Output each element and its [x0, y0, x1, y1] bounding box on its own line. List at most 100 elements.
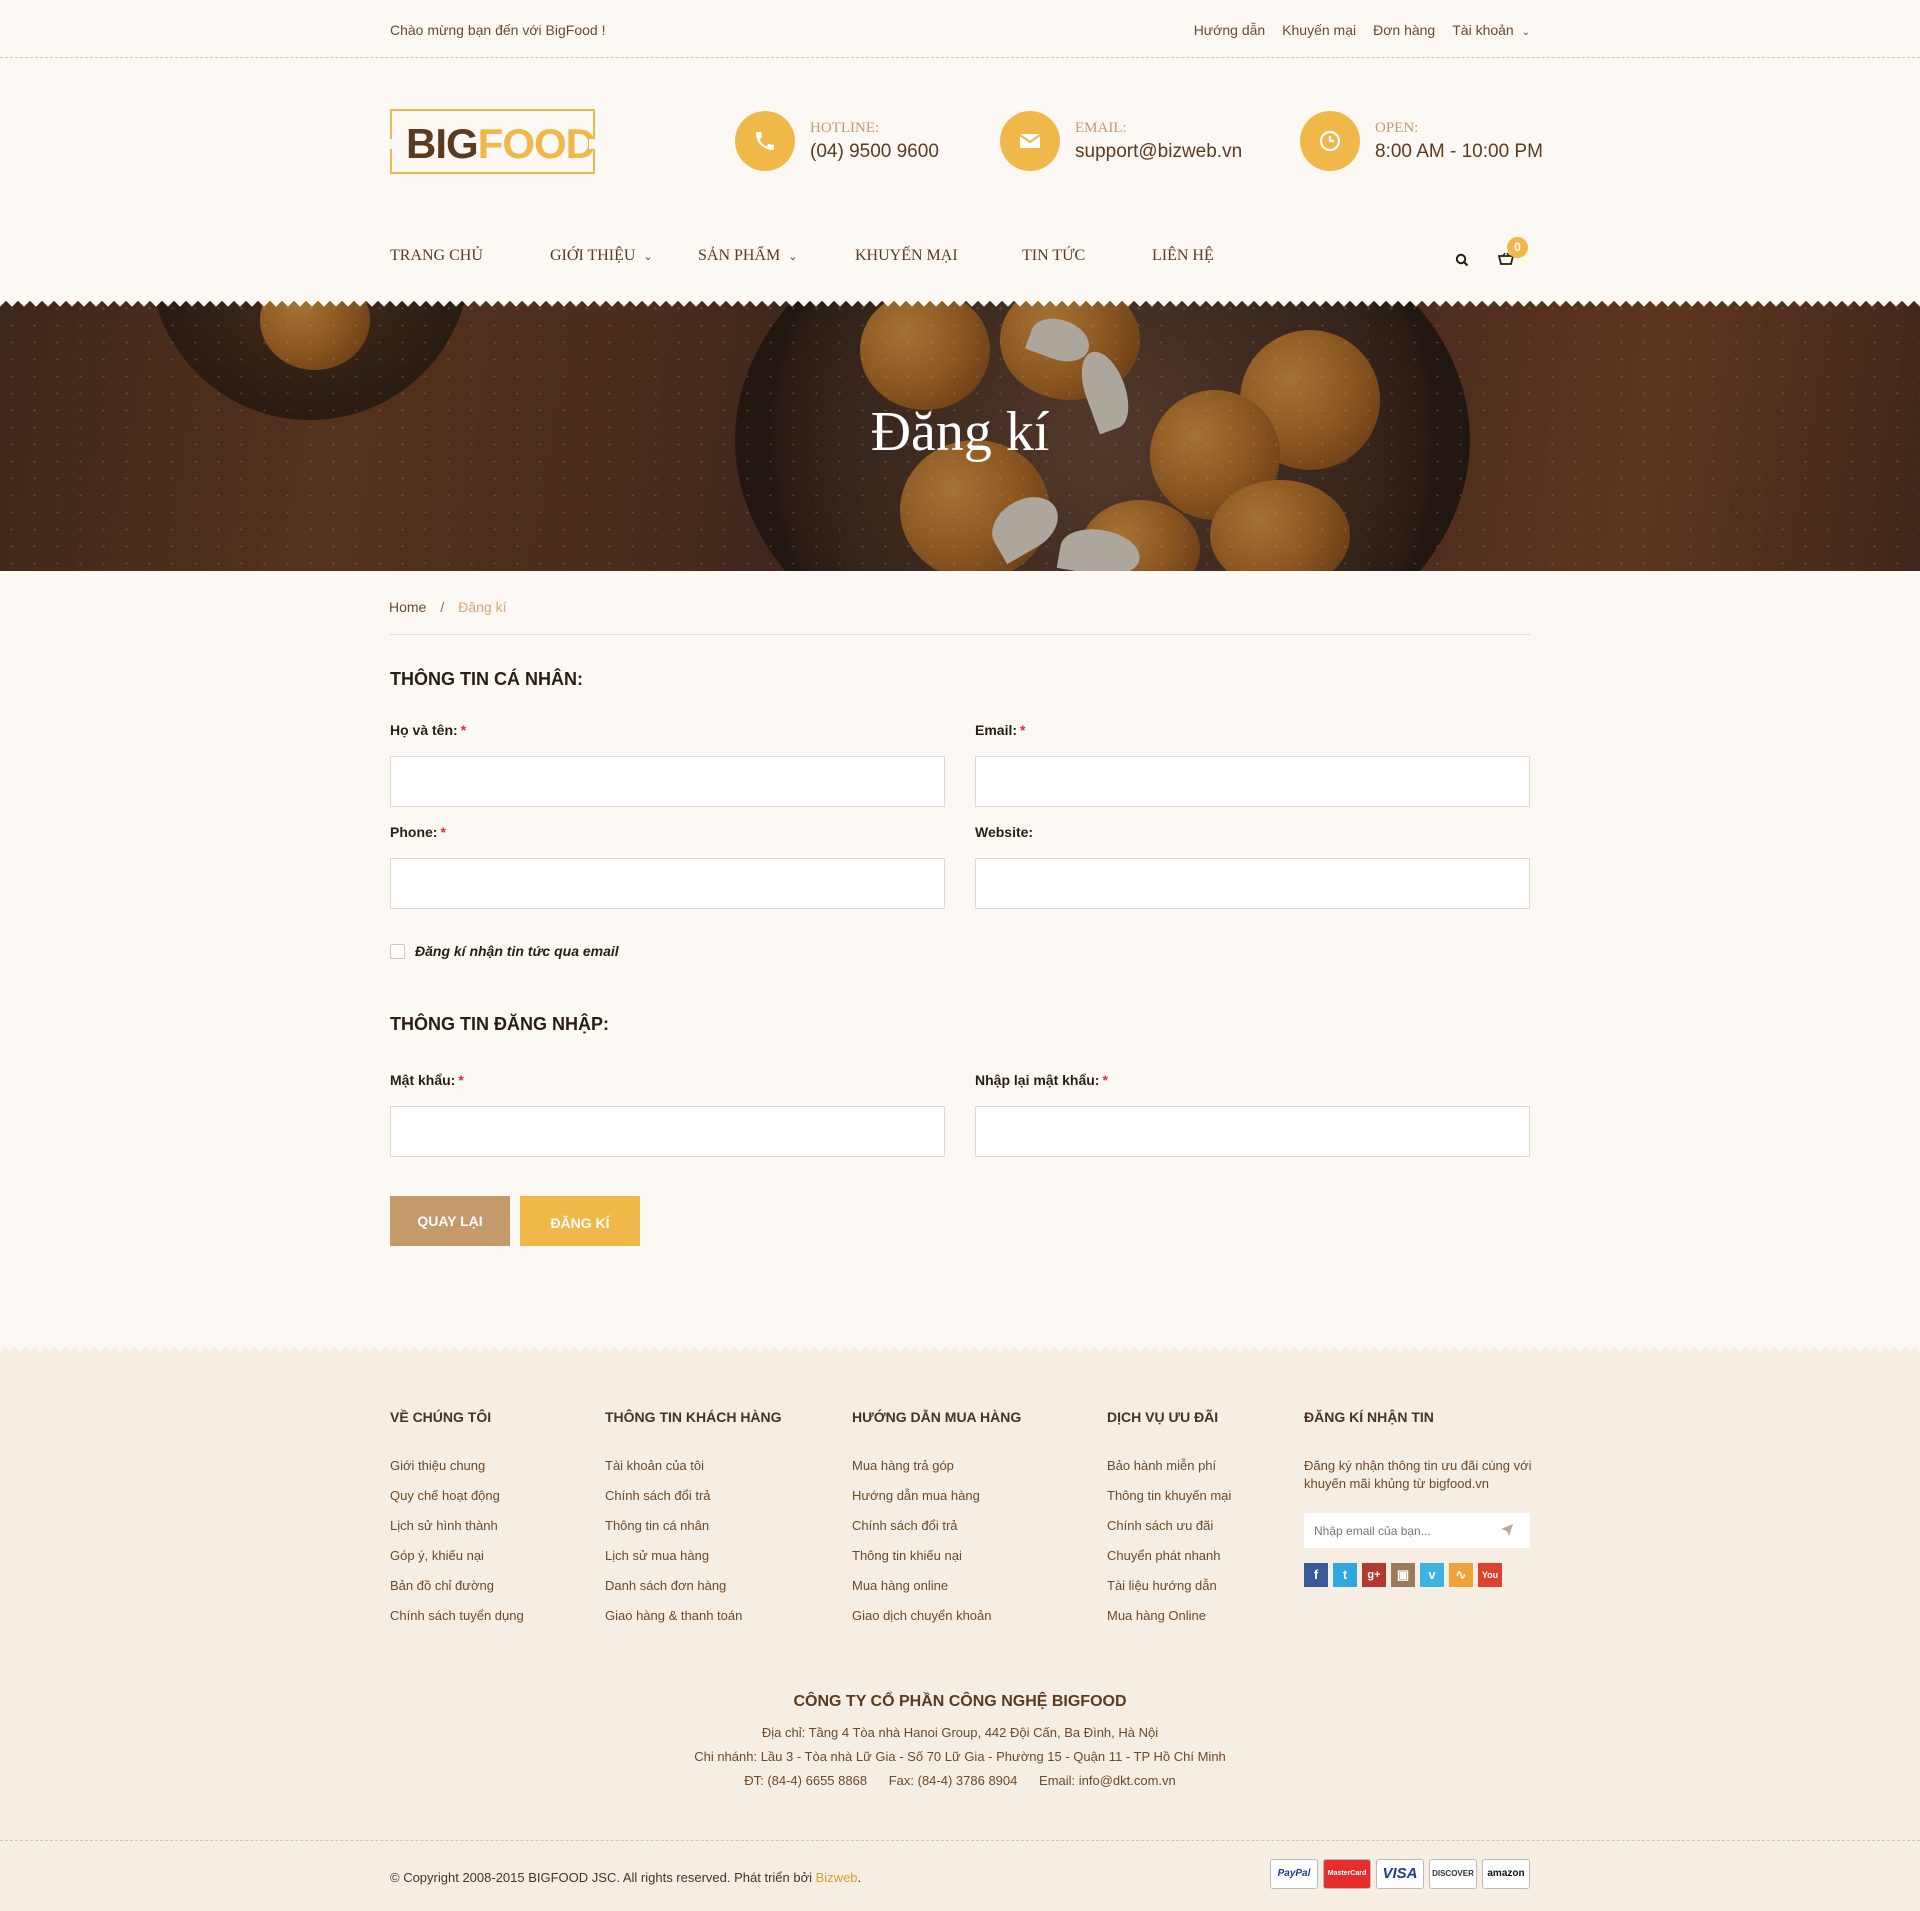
- nav-contact[interactable]: LIÊN HỆ: [1152, 247, 1214, 265]
- nav-about[interactable]: GIỚI THIỆU ⌄: [550, 247, 653, 265]
- footer-link[interactable]: Chính sách ưu đãi: [1107, 1518, 1231, 1548]
- send-icon[interactable]: [1500, 1523, 1514, 1542]
- footer-col-about: VỀ CHÚNG TÔI Giới thiệu chung Quy chế ho…: [390, 1409, 524, 1638]
- account-label: Tài khoản: [1452, 22, 1514, 38]
- confirm-password-label: Nhập lại mật khẩu: *: [975, 1072, 1108, 1088]
- nav-news[interactable]: TIN TỨC: [1022, 247, 1085, 265]
- breadcrumb-current: Đăng kí: [458, 599, 507, 615]
- required-mark: *: [1102, 1072, 1108, 1088]
- phone-label: Phone: *: [390, 824, 446, 840]
- top-link-account[interactable]: Tài khoản ⌄: [1452, 22, 1530, 38]
- name-field[interactable]: [390, 756, 945, 807]
- email-label-text: Email:: [975, 722, 1018, 738]
- company-contacts: ĐT: (84-4) 6655 8868 Fax: (84-4) 3786 89…: [744, 1773, 1176, 1788]
- vimeo-icon[interactable]: v: [1420, 1563, 1444, 1587]
- back-button[interactable]: QUAY LẠI: [390, 1196, 510, 1246]
- youtube-icon[interactable]: You: [1478, 1563, 1502, 1587]
- footer-divider: [0, 1840, 1920, 1841]
- footer-link[interactable]: Quy chế hoạt động: [390, 1488, 524, 1518]
- welcome-text: Chào mừng bạn đến với BigFood !: [390, 22, 606, 38]
- rss-icon[interactable]: ∿: [1449, 1563, 1473, 1587]
- footer-link[interactable]: Tài liệu hướng dẫn: [1107, 1578, 1231, 1608]
- footer-link[interactable]: Thông tin cá nhân: [605, 1518, 782, 1548]
- footer-link[interactable]: Lịch sử mua hàng: [605, 1548, 782, 1578]
- google-plus-icon[interactable]: g+: [1362, 1563, 1386, 1587]
- top-bar: Chào mừng bạn đến với BigFood ! Hướng dẫ…: [0, 0, 1920, 58]
- logo[interactable]: BIGFOOD: [390, 109, 596, 174]
- email-label: EMAIL:: [1075, 120, 1127, 136]
- cart-count-badge: 0: [1507, 237, 1528, 258]
- newsletter-note: Đăng ký nhận thông tin ưu đãi cùng với k…: [1304, 1458, 1532, 1491]
- visa-icon: VISA: [1376, 1859, 1424, 1889]
- register-button[interactable]: ĐĂNG KÍ: [520, 1196, 640, 1246]
- footer-col-services: DỊCH VỤ ƯU ĐÃI Bảo hành miễn phí Thông t…: [1107, 1409, 1231, 1638]
- chevron-down-icon: ⌄: [788, 251, 798, 263]
- footer-link[interactable]: Góp ý, khiếu nại: [390, 1548, 524, 1578]
- footer-link[interactable]: Bảo hành miễn phí: [1107, 1458, 1231, 1488]
- footer-link[interactable]: Chính sách đổi trả: [852, 1518, 1021, 1548]
- email-field[interactable]: [975, 756, 1530, 807]
- top-link-promo[interactable]: Khuyến mại: [1282, 22, 1356, 38]
- open-value: 8:00 AM - 10:00 PM: [1375, 141, 1543, 162]
- main-nav: TRANG CHỦ GIỚI THIỆU ⌄ SẢN PHẨM ⌄ KHUYẾN M…: [390, 247, 1530, 271]
- twitter-icon[interactable]: t: [1333, 1563, 1357, 1587]
- confirm-password-field[interactable]: [975, 1106, 1530, 1157]
- mastercard-icon: MasterCard: [1323, 1859, 1371, 1889]
- footer-link[interactable]: Chuyển phát nhanh: [1107, 1548, 1231, 1578]
- newsletter-checkbox[interactable]: [390, 944, 405, 959]
- facebook-icon[interactable]: f: [1304, 1563, 1328, 1587]
- password-field[interactable]: [390, 1106, 945, 1157]
- footer-link[interactable]: Danh sách đơn hàng: [605, 1578, 782, 1608]
- footer-col-title: THÔNG TIN KHÁCH HÀNG: [605, 1409, 782, 1425]
- newsletter-checkbox-label[interactable]: Đăng kí nhận tin tức qua email: [415, 943, 619, 959]
- footer-col-title: VỀ CHÚNG TÔI: [390, 1409, 492, 1425]
- top-link-guide[interactable]: Hướng dẫn: [1194, 22, 1265, 38]
- social-links: f t g+ ▣ v ∿ You: [1304, 1563, 1502, 1587]
- nav-products-label: SẢN PHẨM: [698, 247, 781, 264]
- paypal-icon: PayPal: [1270, 1859, 1318, 1889]
- footer-col-customer: THÔNG TIN KHÁCH HÀNG Tài khoản của tôi C…: [605, 1409, 782, 1638]
- phone-label-text: Phone:: [390, 824, 438, 840]
- breadcrumb: Home / Đăng kí: [389, 599, 507, 615]
- footer-zigzag-edge: [0, 1345, 1920, 1355]
- footer-link[interactable]: Giới thiệu chung: [390, 1458, 524, 1488]
- breadcrumb-home[interactable]: Home: [389, 599, 426, 615]
- copyright: © Copyright 2008-2015 BIGFOOD JSC. All r…: [390, 1870, 861, 1885]
- copyright-text: © Copyright 2008-2015 BIGFOOD JSC. All r…: [390, 1870, 816, 1885]
- footer-link[interactable]: Mua hàng online: [852, 1578, 1021, 1608]
- email-value: support@bizweb.vn: [1075, 141, 1243, 162]
- newsletter-email-input[interactable]: [1304, 1513, 1530, 1548]
- password-label: Mật khẩu: *: [390, 1072, 464, 1088]
- nav-products[interactable]: SẢN PHẨM ⌄: [698, 247, 797, 265]
- hero-zigzag-edge: [0, 300, 1920, 311]
- footer-link[interactable]: Thông tin khiếu nại: [852, 1548, 1021, 1578]
- login-info-heading: THÔNG TIN ĐĂNG NHẬP:: [390, 1014, 609, 1034]
- footer-col-title: DỊCH VỤ ƯU ĐÃI: [1107, 1409, 1219, 1425]
- footer-link[interactable]: Thông tin khuyến mại: [1107, 1488, 1231, 1518]
- footer-link[interactable]: Chính sách tuyển dụng: [390, 1608, 524, 1638]
- footer-link[interactable]: Giao dịch chuyển khoản: [852, 1608, 1021, 1638]
- footer-link[interactable]: Lịch sử hình thành: [390, 1518, 524, 1548]
- footer-link[interactable]: Mua hàng Online: [1107, 1608, 1231, 1638]
- company-branch: Chi nhánh: Lầu 3 - Tòa nhà Lữ Gia - Số 7…: [694, 1749, 1226, 1764]
- footer-link[interactable]: Mua hàng trả góp: [852, 1458, 1021, 1488]
- phone-field[interactable]: [390, 858, 945, 909]
- nav-home[interactable]: TRANG CHỦ: [390, 247, 483, 265]
- instagram-icon[interactable]: ▣: [1391, 1563, 1415, 1587]
- open-label: OPEN:: [1375, 120, 1419, 136]
- breadcrumb-separator: /: [440, 599, 445, 615]
- footer-col-title: ĐĂNG KÍ NHẬN TIN: [1304, 1409, 1434, 1425]
- clock-icon: [1300, 111, 1360, 171]
- nav-promo[interactable]: KHUYẾN MẠI: [855, 247, 958, 265]
- footer-link[interactable]: Tài khoản của tôi: [605, 1458, 782, 1488]
- bizweb-link[interactable]: Bizweb: [816, 1870, 858, 1885]
- footer-link[interactable]: Chính sách đổi trả: [605, 1488, 782, 1518]
- footer-link[interactable]: Hướng dẫn mua hàng: [852, 1488, 1021, 1518]
- footer-link[interactable]: Bản đồ chỉ đường: [390, 1578, 524, 1608]
- email-label: Email: *: [975, 722, 1025, 738]
- top-link-orders[interactable]: Đơn hàng: [1373, 22, 1435, 38]
- footer-link[interactable]: Giao hàng & thanh toán: [605, 1608, 782, 1638]
- website-field[interactable]: [975, 858, 1530, 909]
- search-icon[interactable]: [1455, 253, 1469, 272]
- envelope-icon: [1000, 111, 1060, 171]
